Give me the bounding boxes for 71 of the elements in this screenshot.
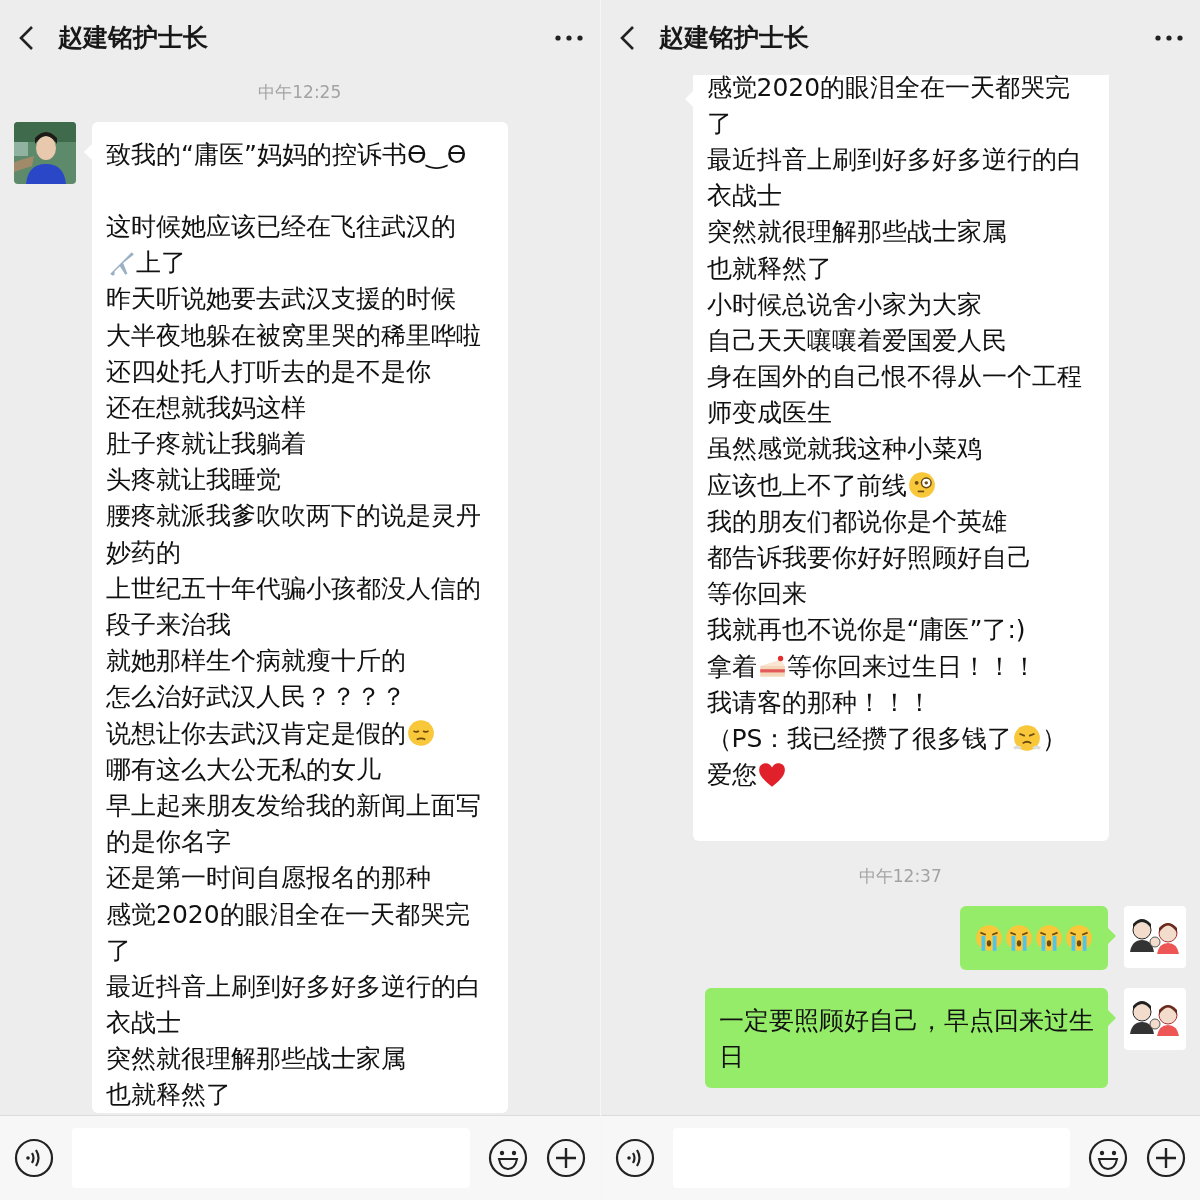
- message-text: 还在想就我妈这样: [106, 391, 306, 424]
- message-text: 哪有这么大公无私的女儿: [106, 753, 381, 786]
- message-text: 最近抖音上刷到好多好多逆行的白: [706, 143, 1082, 176]
- avatar-drawing: [1124, 987, 1186, 1050]
- message-text: 爱您: [706, 759, 757, 792]
- message-text: 一定要照顾好自己，早点回来过生: [719, 1004, 1094, 1037]
- message-text: 突然就很理解那些战士家属: [706, 216, 1007, 249]
- message-text: 突然就很理解那些战士家属: [106, 1043, 406, 1076]
- more-icon[interactable]: [1154, 33, 1184, 42]
- message-text: 也就释然了: [106, 1079, 231, 1112]
- message-text: 感觉2020的眼泪全在一天都哭完: [106, 898, 470, 931]
- crying-face-icon: [1034, 922, 1064, 953]
- chat-title: 赵建铭护士长: [658, 22, 810, 54]
- angry-face-icon: [1012, 723, 1043, 754]
- message-text: 拿着: [706, 650, 757, 683]
- message-text: 妙药的: [106, 536, 181, 569]
- message-text: 腰疼就派我爹吹吹两下的说是灵丹: [106, 500, 481, 533]
- message-text: 等你回来: [706, 578, 807, 611]
- message-text: ）: [1042, 722, 1068, 755]
- monocle-face-icon: [906, 470, 937, 501]
- sad-face-icon: [406, 718, 436, 749]
- message-text: 了: [106, 934, 131, 967]
- message-text: 的是你名字: [106, 826, 231, 859]
- message-text: 我就再也不说你是“庸医”了:): [706, 614, 1026, 647]
- message-text: 还是第一时间自愿报名的那种: [106, 862, 431, 895]
- message-text: （PS：我已经攒了很多钱了: [706, 722, 1013, 755]
- message-text: 身在国外的自己恨不得从一个工程: [706, 361, 1082, 394]
- emoji-icon[interactable]: [487, 1138, 528, 1178]
- crying-face-icon: [1064, 922, 1094, 953]
- message-text: 师变成医生: [706, 397, 832, 430]
- message-text: 上世纪五十年代骗小孩都没人信的: [106, 572, 481, 605]
- voice-icon[interactable]: [614, 1138, 655, 1178]
- message-text: 感觉2020的眼泪全在一天都哭完: [706, 75, 1071, 104]
- message-text: 肚子疼就让我躺着: [106, 428, 306, 461]
- message-text: 早上起来朋友发给我的新闻上面写: [106, 789, 481, 822]
- message-text: 最近抖音上刷到好多好多逆行的白: [106, 970, 481, 1003]
- plus-icon[interactable]: [545, 1138, 586, 1178]
- plus-icon[interactable]: [1146, 1138, 1186, 1178]
- emoji-icon[interactable]: [1088, 1138, 1128, 1178]
- message-text: 日: [719, 1040, 744, 1073]
- message-text: 也就释然了: [706, 252, 832, 285]
- message-text: 还四处托人打听去的是不是你: [106, 355, 431, 388]
- message-text: 衣战士: [106, 1007, 181, 1040]
- message-text: 衣战士: [706, 180, 782, 213]
- message-text: 就她那样生个病就瘦十斤的: [106, 645, 406, 678]
- message-text: 小时候总说舍小家为大家: [706, 288, 982, 321]
- chat-title: 赵建铭护士长: [58, 22, 209, 54]
- message-text: 自己天天嚷嚷着爱国爱人民: [706, 324, 1007, 357]
- message-text: 都告诉我要你好好照顾好自己: [706, 542, 1032, 575]
- message-text: 了: [706, 107, 732, 140]
- message-text: 说想让你去武汉肯定是假的: [106, 717, 406, 750]
- message-text: 上了: [136, 247, 186, 280]
- message-text: 昨天听说她要去武汉支援的时候: [106, 283, 456, 316]
- crying-face-icon: [974, 922, 1004, 953]
- voice-icon[interactable]: [14, 1138, 54, 1178]
- avatar-drawing: [1124, 905, 1186, 968]
- message-text: 致我的“庸医”妈妈的控诉书Ө‿Ө: [106, 138, 467, 171]
- message-text: 应该也上不了前线: [706, 469, 907, 502]
- message-text: 等你回来过生日！！！: [786, 650, 1037, 683]
- message-text: 怎么治好武汉人民？？？？: [106, 681, 406, 714]
- more-icon[interactable]: [553, 33, 584, 42]
- timestamp: 中午12:25: [258, 81, 342, 104]
- message-text: 我的朋友们都说你是个英雄: [706, 505, 1007, 538]
- message-text: 我请客的那种！！！: [706, 686, 932, 719]
- timestamp: 中午12:37: [858, 864, 942, 888]
- message-text: 虽然感觉就我这种小菜鸡: [706, 433, 982, 466]
- message-text: 这时候她应该已经在飞往武汉的: [106, 210, 456, 243]
- message-text: 段子来治我: [106, 609, 231, 642]
- message-text: 头疼就让我睡觉: [106, 464, 281, 497]
- message-text: 大半夜地躲在被窝里哭的稀里哗啦: [106, 319, 481, 352]
- crying-face-icon: [1004, 922, 1034, 953]
